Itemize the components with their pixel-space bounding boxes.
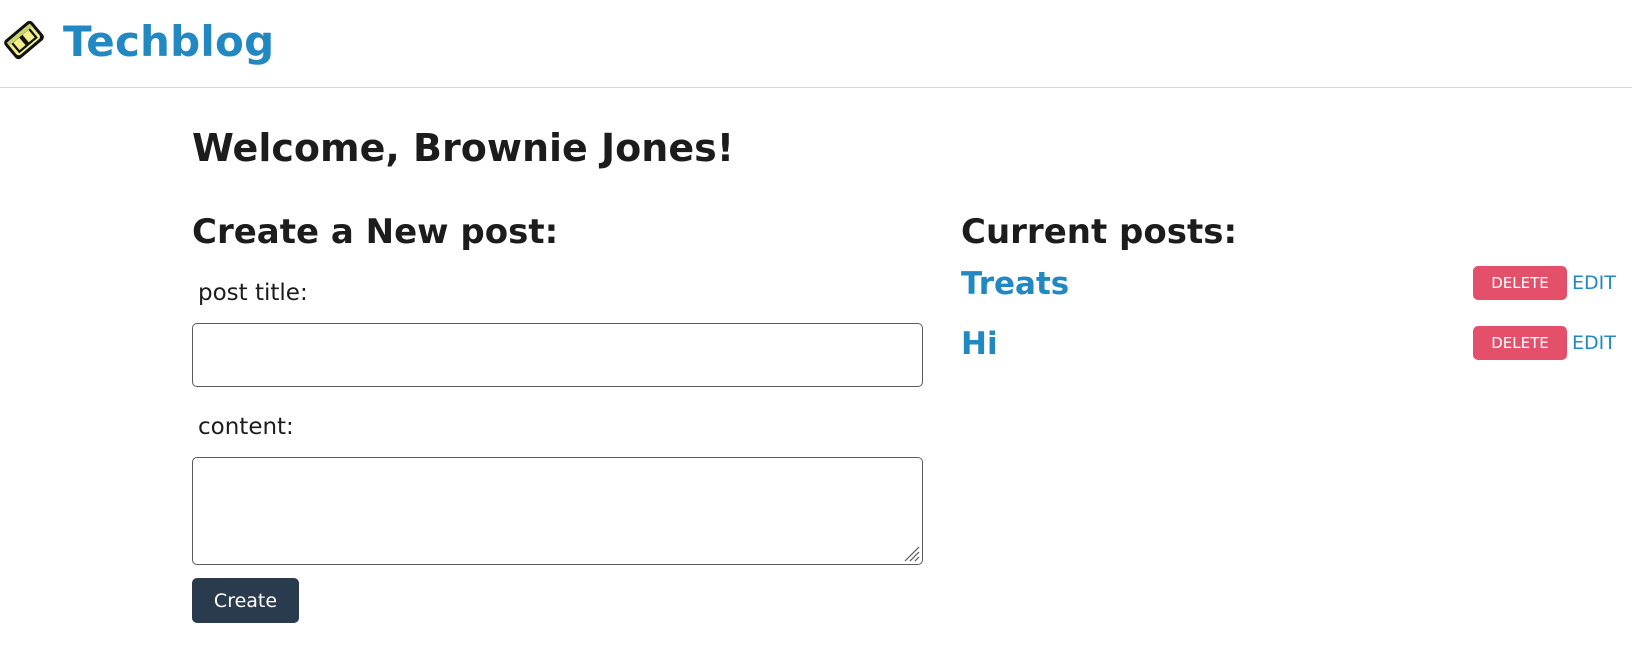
post-row: Hi DELETE EDIT bbox=[961, 324, 1616, 364]
post-row: Treats DELETE EDIT bbox=[961, 264, 1616, 304]
create-post-heading: Create a New post: bbox=[192, 212, 559, 252]
welcome-heading: Welcome, Brownie Jones! bbox=[192, 126, 735, 170]
post-title-label: post title: bbox=[198, 280, 308, 306]
resize-grip-icon[interactable] bbox=[902, 544, 920, 562]
content-textarea[interactable] bbox=[192, 457, 923, 565]
post-title-link[interactable]: Treats bbox=[961, 264, 1069, 304]
brand-link[interactable]: Techblog bbox=[63, 14, 274, 70]
create-button[interactable]: Create bbox=[192, 578, 299, 623]
post-title-input[interactable] bbox=[192, 323, 923, 387]
site-header: Techblog bbox=[0, 0, 1632, 88]
delete-post-button[interactable]: DELETE bbox=[1473, 266, 1567, 300]
cube-logo-icon[interactable] bbox=[0, 16, 48, 64]
post-title-link[interactable]: Hi bbox=[961, 324, 998, 364]
edit-post-link[interactable]: EDIT bbox=[1572, 270, 1616, 296]
content-label: content: bbox=[198, 414, 294, 440]
delete-post-button[interactable]: DELETE bbox=[1473, 326, 1567, 360]
edit-post-link[interactable]: EDIT bbox=[1572, 330, 1616, 356]
current-posts-heading: Current posts: bbox=[961, 212, 1238, 252]
